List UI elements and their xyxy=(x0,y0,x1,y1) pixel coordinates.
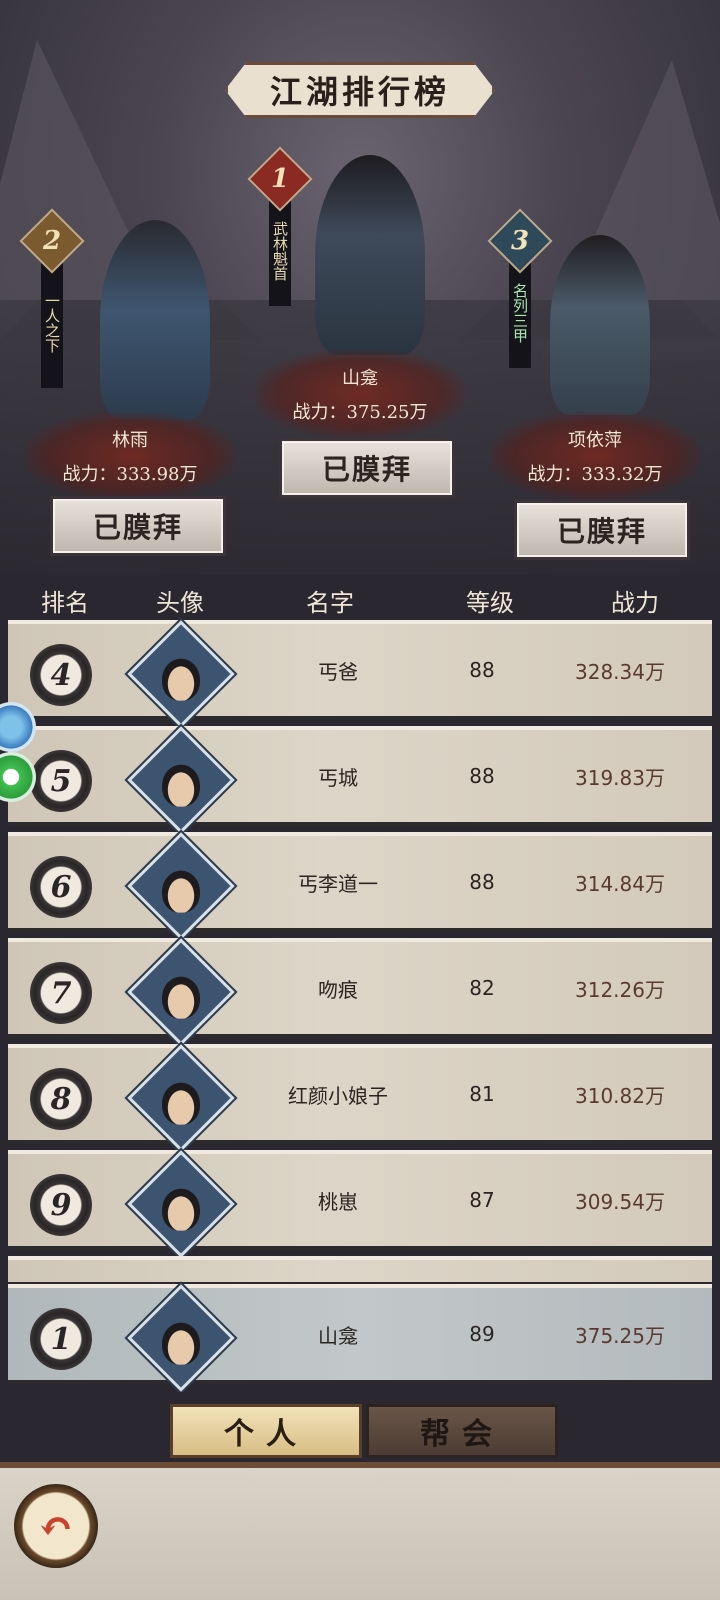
avatar-portrait xyxy=(162,1322,200,1365)
player-level: 88 xyxy=(469,764,495,788)
rank-circle: 5 xyxy=(30,750,92,812)
player-avatar[interactable] xyxy=(127,1150,235,1258)
rank-epithet: 武林魁首 xyxy=(269,196,291,306)
player-power: 309.54万 xyxy=(575,1189,665,1214)
rank-circle: 4 xyxy=(30,644,92,706)
player-level: 87 xyxy=(469,1188,495,1212)
podium-name: 山龛 xyxy=(342,368,378,389)
player-name: 山龛 xyxy=(318,1323,358,1348)
podium-character-1[interactable] xyxy=(290,155,450,355)
ranking-row[interactable]: 4 丐爸 88 328.34万 xyxy=(8,620,712,728)
ranking-row[interactable]: 5 丐城 88 319.83万 xyxy=(8,726,712,834)
header-name: 名字 xyxy=(306,588,354,617)
ranking-list-header: 排名 头像 名字 等级 战力 xyxy=(0,575,720,625)
rank-circle: 6 xyxy=(30,856,92,918)
rank-circle: 1 xyxy=(30,1308,92,1370)
avatar-portrait xyxy=(162,976,200,1019)
player-avatar[interactable] xyxy=(127,726,235,834)
ranking-row-peek xyxy=(8,1256,712,1286)
character-figure xyxy=(100,220,210,420)
podium-character-3[interactable] xyxy=(520,235,680,415)
podium-name: 项依萍 xyxy=(568,430,622,451)
rank-circle: 8 xyxy=(30,1068,92,1130)
ranking-row[interactable]: 7 吻痕 82 312.26万 xyxy=(8,938,712,1046)
player-power: 310.82万 xyxy=(575,1083,665,1108)
player-level: 82 xyxy=(469,976,495,1000)
character-figure xyxy=(315,155,425,355)
rank-epithet: 名列三甲 xyxy=(509,258,531,368)
player-avatar[interactable] xyxy=(127,938,235,1046)
podium-power: 战力：333.98万 xyxy=(62,464,198,485)
footer-bar: ↶ xyxy=(0,1462,720,1600)
worship-button-1[interactable]: 已膜拜 xyxy=(279,438,455,498)
ranking-row[interactable]: 8 红颜小娘子 81 310.82万 xyxy=(8,1044,712,1152)
player-avatar[interactable] xyxy=(127,620,235,728)
header-power: 战力 xyxy=(611,588,659,617)
podium-nameplate-3: 项依萍 战力：333.32万 xyxy=(490,412,700,500)
player-power: 328.34万 xyxy=(575,659,665,684)
podium-nameplate-1: 山龛 战力：375.25万 xyxy=(255,350,465,438)
player-power: 319.83万 xyxy=(575,765,665,790)
podium-nameplate-2: 林雨 战力：333.98万 xyxy=(25,412,235,500)
header-avatar: 头像 xyxy=(156,588,204,617)
rank-circle: 9 xyxy=(30,1174,92,1236)
avatar-portrait xyxy=(162,870,200,913)
rank-circle: 7 xyxy=(30,962,92,1024)
player-name: 红颜小娘子 xyxy=(288,1083,388,1108)
avatar-portrait xyxy=(162,1188,200,1231)
title-banner: 江湖排行榜 xyxy=(225,62,495,118)
player-avatar[interactable] xyxy=(127,1284,235,1392)
tab-bar: 个人 帮会 xyxy=(0,1392,720,1462)
player-name: 吻痕 xyxy=(318,977,358,1002)
ranking-row[interactable]: 6 丐李道一 88 314.84万 xyxy=(8,832,712,940)
back-arrow-icon[interactable]: ↶ xyxy=(14,1484,98,1568)
page-title: 江湖排行榜 xyxy=(269,73,450,111)
player-level: 89 xyxy=(469,1322,495,1346)
header-level: 等级 xyxy=(466,588,514,617)
rank-flag-1: 1 武林魁首 xyxy=(247,146,313,306)
player-power: 312.26万 xyxy=(575,977,665,1002)
podium-power: 战力：375.25万 xyxy=(292,402,428,423)
tab-personal[interactable]: 个人 xyxy=(170,1404,362,1458)
player-name: 丐爸 xyxy=(318,659,358,684)
header-rank: 排名 xyxy=(41,588,89,617)
player-level: 81 xyxy=(469,1082,495,1106)
podium-scene: 江湖排行榜 2 一人之下 林雨 战力：333.98万 1 武林魁首 山龛 战力：… xyxy=(0,0,720,575)
player-level: 88 xyxy=(469,658,495,682)
ranking-row[interactable]: 9 桃崽 87 309.54万 xyxy=(8,1150,712,1258)
worship-button-2[interactable]: 已膜拜 xyxy=(50,496,226,556)
podium-power: 战力：333.32万 xyxy=(527,464,663,485)
podium-name: 林雨 xyxy=(112,430,148,451)
player-power: 375.25万 xyxy=(575,1323,665,1348)
player-name: 丐城 xyxy=(318,765,358,790)
avatar-portrait xyxy=(162,658,200,701)
player-avatar[interactable] xyxy=(127,1044,235,1152)
rank-number: 3 xyxy=(510,226,530,256)
avatar-portrait xyxy=(162,764,200,807)
rank-flag-3: 3 名列三甲 xyxy=(487,208,553,368)
rank-epithet: 一人之下 xyxy=(41,258,63,388)
player-power: 314.84万 xyxy=(575,871,665,896)
avatar-portrait xyxy=(162,1082,200,1125)
rank-number: 2 xyxy=(42,226,62,256)
tab-guild[interactable]: 帮会 xyxy=(366,1404,558,1458)
character-figure xyxy=(550,235,650,415)
player-name: 桃崽 xyxy=(318,1189,358,1214)
player-name: 丐李道一 xyxy=(298,871,378,896)
player-level: 88 xyxy=(469,870,495,894)
player-avatar[interactable] xyxy=(127,832,235,940)
worship-button-3[interactable]: 已膜拜 xyxy=(514,500,690,560)
rank-number: 1 xyxy=(270,164,290,194)
self-rank-row[interactable]: 1 山龛 89 375.25万 xyxy=(8,1284,712,1392)
rank-flag-2: 2 一人之下 xyxy=(19,208,85,388)
podium-character-2[interactable] xyxy=(60,210,240,420)
